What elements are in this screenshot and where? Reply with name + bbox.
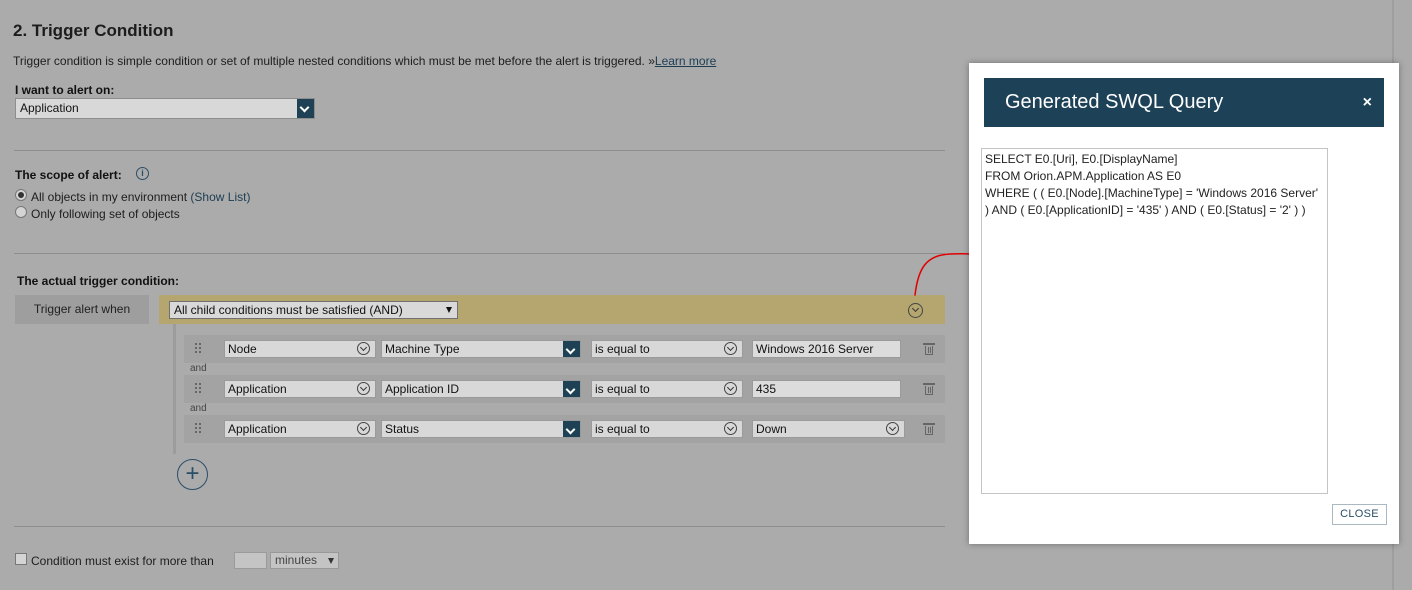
query-textarea[interactable]: SELECT E0.[Uri], E0.[DisplayName] FROM O… bbox=[981, 148, 1328, 494]
condition-value-text: Down bbox=[756, 422, 787, 436]
chevron-down-icon bbox=[886, 422, 899, 435]
condition-operator-select[interactable]: is equal to bbox=[591, 420, 743, 438]
condition-operator-value: is equal to bbox=[595, 422, 650, 436]
condition-object-select[interactable]: Application bbox=[224, 420, 376, 438]
chevron-down-icon bbox=[563, 381, 580, 397]
duration-input[interactable] bbox=[234, 552, 267, 569]
chevron-down-icon bbox=[563, 421, 580, 437]
alert-on-label: I want to alert on: bbox=[15, 83, 115, 97]
duration-unit-select[interactable]: minutes bbox=[270, 552, 339, 569]
condition-operator-select[interactable]: is equal to bbox=[591, 340, 743, 358]
chevron-down-icon bbox=[563, 341, 580, 357]
drag-handle-icon[interactable] bbox=[195, 343, 203, 355]
condition-field-select[interactable]: Machine Type bbox=[381, 340, 581, 358]
duration-unit-value: minutes bbox=[275, 553, 318, 567]
condition-tree-line bbox=[173, 324, 176, 454]
condition-value-input[interactable]: Windows 2016 Server bbox=[752, 340, 901, 358]
condition-value-input[interactable]: 435 bbox=[752, 380, 901, 398]
condition-mode-select[interactable]: All child conditions must be satisfied (… bbox=[169, 301, 458, 319]
drag-handle-icon[interactable] bbox=[195, 383, 203, 395]
condition-field-value: Status bbox=[385, 422, 420, 436]
condition-field-select[interactable]: Status bbox=[381, 420, 581, 438]
condition-operator-select[interactable]: is equal to bbox=[591, 380, 743, 398]
divider bbox=[14, 253, 945, 254]
close-icon[interactable]: × bbox=[1363, 78, 1372, 127]
close-button[interactable]: CLOSE bbox=[1332, 504, 1387, 525]
condition-object-value: Node bbox=[228, 342, 257, 356]
show-list-link[interactable]: (Show List) bbox=[190, 190, 250, 204]
condition-object-select[interactable]: Node bbox=[224, 340, 376, 358]
condition-mode-value: All child conditions must be satisfied (… bbox=[174, 303, 403, 317]
drag-handle-icon[interactable] bbox=[195, 423, 203, 435]
condition-field-value: Application ID bbox=[385, 382, 460, 396]
and-label: and bbox=[190, 363, 207, 374]
info-icon[interactable]: i bbox=[136, 167, 149, 180]
scope-all-text: All objects in my environment bbox=[31, 190, 188, 204]
scope-all-radio[interactable] bbox=[15, 189, 27, 201]
condition-field-select[interactable]: Application ID bbox=[381, 380, 581, 398]
dialog-header: Generated SWQL Query × bbox=[984, 78, 1384, 127]
and-label: and bbox=[190, 403, 207, 414]
chevron-down-icon bbox=[724, 422, 737, 435]
learn-more-link[interactable]: Learn more bbox=[655, 54, 716, 68]
chevron-down-icon bbox=[357, 342, 370, 355]
divider bbox=[14, 150, 945, 151]
trash-icon[interactable] bbox=[923, 343, 935, 355]
trash-icon[interactable] bbox=[923, 383, 935, 395]
condition-object-value: Application bbox=[228, 422, 287, 436]
alert-on-value: Application bbox=[20, 101, 79, 115]
alert-on-select[interactable]: Application bbox=[15, 98, 315, 119]
chevron-down-icon bbox=[724, 342, 737, 355]
duration-checkbox[interactable] bbox=[15, 553, 27, 565]
condition-value-select[interactable]: Down bbox=[752, 420, 905, 438]
plus-icon: + bbox=[185, 460, 200, 487]
condition-object-value: Application bbox=[228, 382, 287, 396]
condition-object-select[interactable]: Application bbox=[224, 380, 376, 398]
trash-icon[interactable] bbox=[923, 423, 935, 435]
add-condition-button[interactable]: + bbox=[177, 459, 208, 490]
scope-label: The scope of alert: bbox=[15, 168, 122, 182]
condition-operator-value: is equal to bbox=[595, 342, 650, 356]
section-description: Trigger condition is simple condition or… bbox=[13, 54, 716, 68]
chevron-down-icon bbox=[297, 99, 314, 118]
trigger-label: The actual trigger condition: bbox=[17, 274, 180, 288]
caret-down-icon bbox=[446, 307, 452, 313]
scope-all-label: All objects in my environment (Show List… bbox=[31, 190, 250, 204]
duration-label: Condition must exist for more than bbox=[31, 554, 214, 568]
dialog-title: Generated SWQL Query bbox=[1005, 91, 1224, 113]
swql-query-dialog: Generated SWQL Query × SELECT E0.[Uri], … bbox=[969, 63, 1399, 544]
divider bbox=[14, 526, 945, 527]
trigger-when-label: Trigger alert when bbox=[15, 295, 149, 324]
section-title: 2. Trigger Condition bbox=[13, 21, 174, 40]
scope-following-label: Only following set of objects bbox=[31, 207, 180, 221]
scope-following-radio[interactable] bbox=[15, 206, 27, 218]
condition-operator-value: is equal to bbox=[595, 382, 650, 396]
chevron-down-icon bbox=[357, 382, 370, 395]
chevron-down-icon bbox=[724, 382, 737, 395]
caret-down-icon bbox=[328, 558, 334, 564]
condition-field-value: Machine Type bbox=[385, 342, 460, 356]
description-text: Trigger condition is simple condition or… bbox=[13, 54, 655, 68]
chevron-down-icon bbox=[357, 422, 370, 435]
